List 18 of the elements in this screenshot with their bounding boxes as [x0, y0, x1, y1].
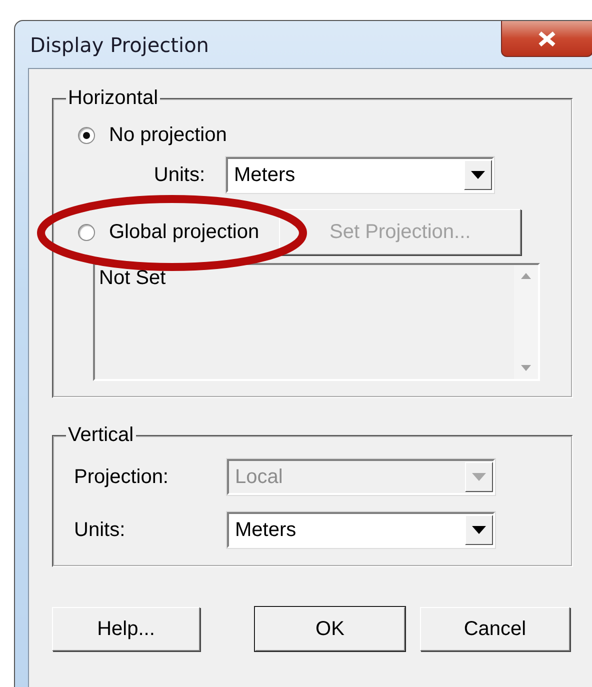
radio-button[interactable] [78, 224, 95, 240]
radio-label: No projection [109, 124, 227, 147]
group-label: Vertical [67, 424, 135, 447]
group-label: Horizontal [67, 87, 160, 110]
close-icon [537, 30, 557, 46]
units-dropdown[interactable]: Meters [226, 157, 494, 193]
dialog-button[interactable]: OK [255, 607, 405, 651]
units-label: Units: [152, 164, 205, 186]
dialog-button[interactable]: Help... [52, 607, 200, 651]
close-button[interactable] [501, 21, 592, 57]
radio-label: Global projection [109, 220, 260, 244]
radio-button[interactable] [78, 127, 95, 144]
projection-text-area[interactable]: Not Set [93, 263, 540, 381]
units-dropdown[interactable]: Meters [227, 512, 495, 548]
dialog-button[interactable]: Cancel [420, 607, 570, 651]
window-title: Display Projection [30, 32, 209, 56]
projection-label: Projection: [74, 466, 170, 488]
units-label: Units: [74, 518, 126, 542]
